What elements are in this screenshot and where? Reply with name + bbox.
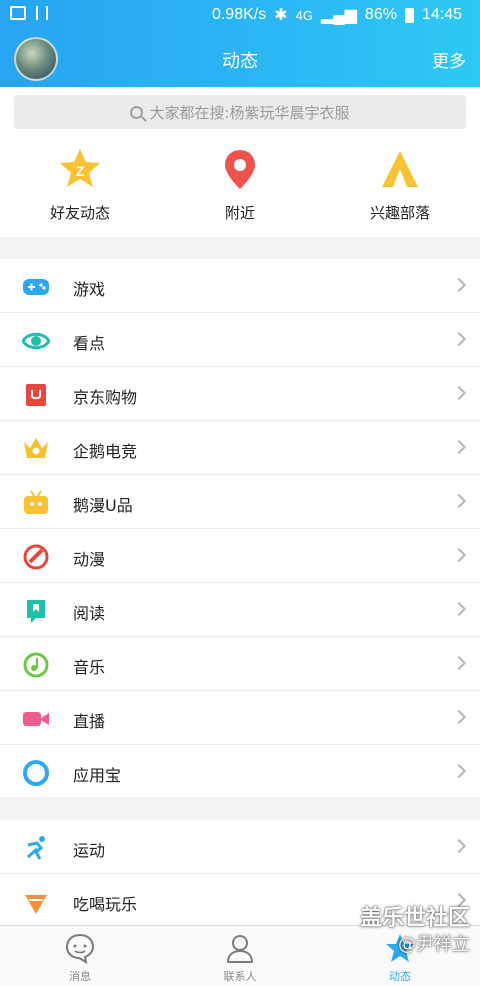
- network-type: 4G: [295, 7, 313, 23]
- list-item-sports[interactable]: 运动: [0, 820, 480, 874]
- chevron-right-icon: [451, 385, 467, 401]
- list-item-live[interactable]: 直播: [0, 691, 480, 745]
- top-bar: 0.98K/s ✱ 4G ▂▄▆ 86% 14:45 动态 更多: [0, 0, 480, 87]
- more-button[interactable]: 更多: [432, 47, 466, 72]
- comic-icon: [23, 544, 49, 570]
- list-item-label: 企鹅电竞: [73, 442, 138, 461]
- bookmark-icon: [27, 600, 45, 623]
- message-icon: [65, 933, 95, 964]
- network-speed: 0.98K/s: [211, 6, 267, 23]
- list-item-kandian[interactable]: 看点: [0, 313, 480, 367]
- chevron-right-icon: [451, 439, 467, 455]
- list-item-esports[interactable]: 企鹅电竞: [0, 421, 480, 475]
- search-icon: [130, 105, 144, 119]
- contacts-icon: [226, 935, 254, 963]
- list-item-label: 音乐: [73, 658, 106, 677]
- list-item-comic[interactable]: 动漫: [0, 529, 480, 583]
- battery-icon: [404, 7, 414, 23]
- tab-label: 联系人: [223, 970, 257, 983]
- list-item-label: 直播: [73, 712, 106, 731]
- gamepad-icon: [23, 279, 49, 295]
- qzone-star-icon: Z: [60, 149, 100, 187]
- music-note-icon: [23, 652, 49, 678]
- list-item-label: 运动: [73, 841, 106, 860]
- audio-notification-icon: [36, 6, 48, 20]
- screen: 0.98K/s ✱ 4G ▂▄▆ 86% 14:45 动态 更多 大家都在搜:杨…: [0, 0, 480, 986]
- tab-label: 消息: [69, 970, 91, 983]
- chevron-right-icon: [451, 277, 467, 293]
- list-item-music[interactable]: 音乐: [0, 637, 480, 691]
- header: 动态 更多: [0, 30, 480, 87]
- status-bar: 0.98K/s ✱ 4G ▂▄▆ 86% 14:45: [0, 0, 480, 30]
- bluetooth-icon: ✱: [274, 7, 288, 24]
- food-icon: [25, 895, 47, 914]
- list-item-label: 应用宝: [73, 766, 122, 785]
- section-divider: [0, 237, 480, 259]
- list-item-label: 京东购物: [73, 388, 138, 407]
- clock-time: 14:45: [421, 6, 462, 23]
- tribe-tent-icon: [382, 151, 418, 187]
- video-camera-icon: [23, 712, 49, 726]
- quick-item-nearby[interactable]: 附近: [160, 140, 320, 223]
- crown-icon: [24, 438, 48, 458]
- chevron-right-icon: [451, 601, 467, 617]
- watermark-author: @尹祥立: [398, 934, 470, 955]
- chevron-right-icon: [451, 892, 467, 908]
- list-item-label: 动漫: [73, 550, 106, 569]
- battery-level: 86%: [364, 6, 397, 23]
- chevron-right-icon: [451, 493, 467, 509]
- list-item-label: 鹅漫U品: [73, 496, 133, 515]
- running-icon: [27, 836, 45, 860]
- tab-label: 动态: [389, 970, 411, 983]
- quick-item-label: 好友动态: [49, 204, 110, 222]
- image-notification-icon: [10, 6, 26, 20]
- list-item-eman[interactable]: 鹅漫U品: [0, 475, 480, 529]
- location-pin-icon: [225, 150, 255, 189]
- watermark-title: 盖乐世社区: [359, 906, 470, 931]
- tv-robot-icon: [24, 490, 48, 514]
- quick-item-label: 附近: [224, 204, 255, 222]
- quick-item-friend-feed[interactable]: Z 好友动态: [0, 140, 160, 223]
- search-placeholder: 大家都在搜:杨紫玩华晨宇衣服: [149, 103, 350, 122]
- list-item-label: 看点: [73, 334, 106, 353]
- chevron-right-icon: [451, 331, 467, 347]
- list-item-app-store[interactable]: 应用宝: [0, 745, 480, 799]
- list-item-label: 吃喝玩乐: [73, 895, 138, 914]
- list-item-label: 游戏: [73, 280, 106, 299]
- jd-shopping-icon: [26, 384, 46, 406]
- quick-item-tribe[interactable]: 兴趣部落: [320, 140, 480, 223]
- quick-actions: Z 好友动态 附近 兴趣部落: [0, 140, 480, 236]
- chevron-right-icon: [451, 763, 467, 779]
- list-item-label: 阅读: [73, 604, 106, 623]
- chevron-right-icon: [451, 655, 467, 671]
- tab-contacts[interactable]: 联系人: [160, 932, 320, 984]
- chevron-right-icon: [451, 838, 467, 854]
- app-store-icon: [23, 760, 49, 786]
- list-item-reading[interactable]: 阅读: [0, 583, 480, 637]
- section-divider: [0, 797, 480, 820]
- chevron-right-icon: [451, 547, 467, 563]
- feature-list-primary: 游戏 看点 京东购物 企鹅电竞 鹅漫U品 动漫 阅读 音乐 直播 应用宝: [0, 259, 480, 799]
- list-item-jd[interactable]: 京东购物: [0, 367, 480, 421]
- svg-text:Z: Z: [76, 163, 85, 179]
- tab-messages[interactable]: 消息: [0, 932, 160, 984]
- quick-item-label: 兴趣部落: [369, 204, 430, 222]
- search-bar[interactable]: 大家都在搜:杨紫玩华晨宇衣服: [14, 95, 466, 129]
- watermark: 盖乐世社区 @尹祥立: [360, 906, 470, 958]
- eye-icon: [22, 332, 50, 350]
- signal-icon: ▂▄▆: [320, 7, 357, 24]
- chevron-right-icon: [451, 709, 467, 725]
- list-item-game[interactable]: 游戏: [0, 259, 480, 313]
- page-title: 动态: [222, 51, 258, 72]
